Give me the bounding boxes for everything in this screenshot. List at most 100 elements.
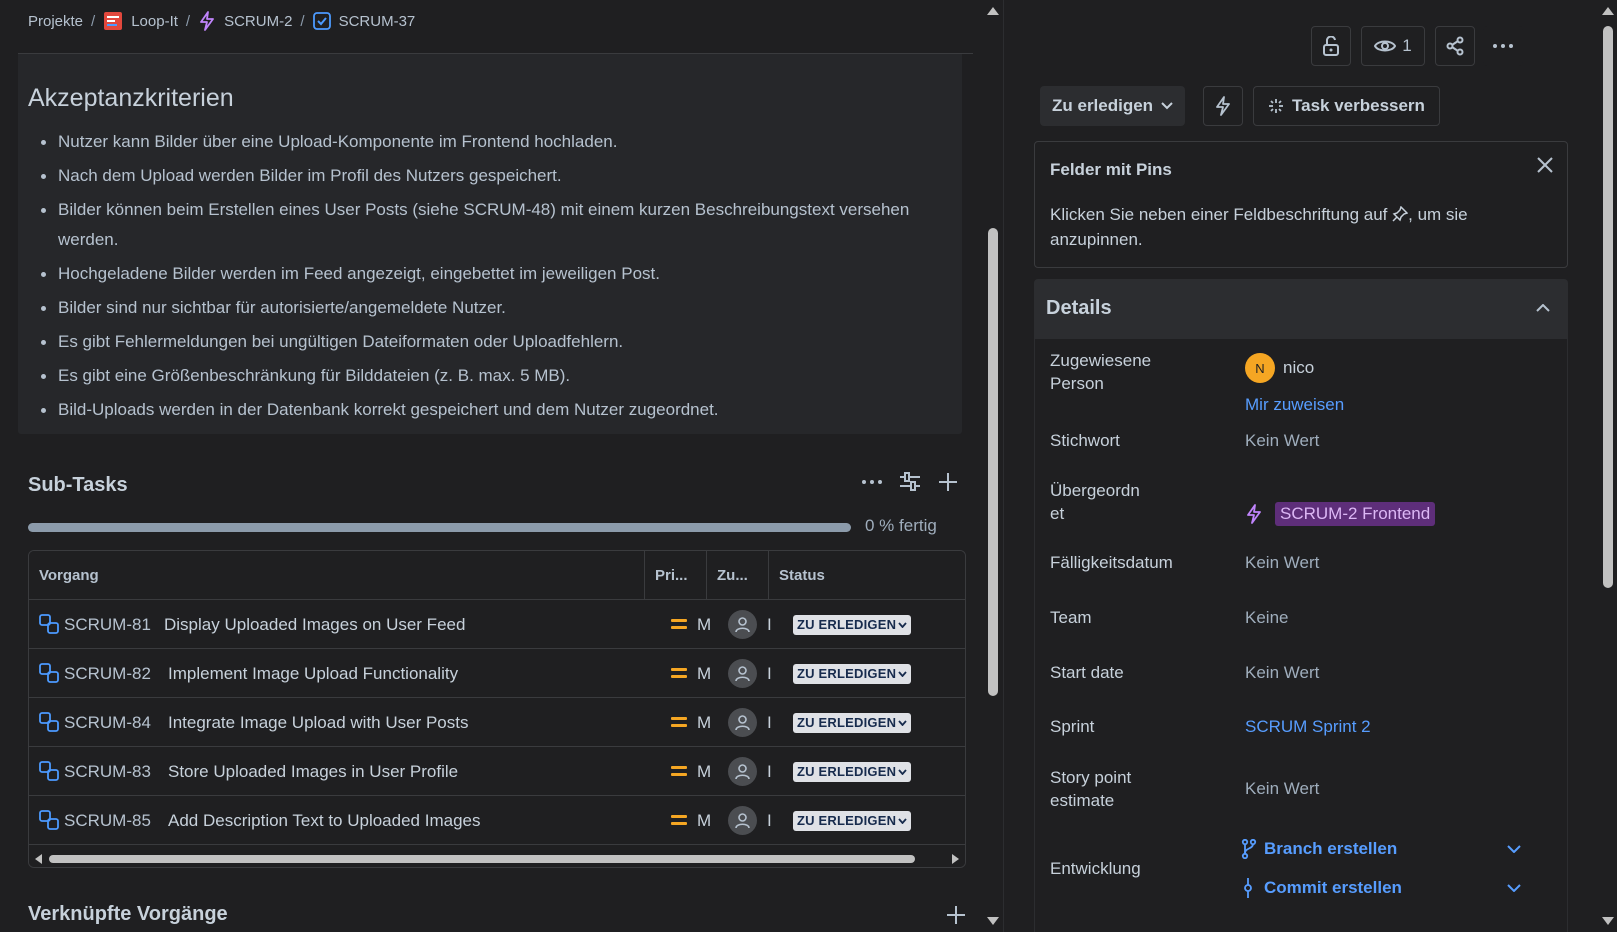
list-item: Es gibt eine Größenbeschränkung für Bild… — [41, 361, 928, 391]
chevron-down-icon — [898, 720, 907, 726]
unlock-icon — [1323, 36, 1339, 56]
subtask-summary[interactable]: Add Description Text to Uploaded Images — [168, 796, 480, 845]
status-dropdown-button[interactable]: Zu erledigen — [1040, 86, 1186, 126]
table-row[interactable]: SCRUM-83 Store Uploaded Images in User Pr… — [29, 747, 965, 796]
avatar[interactable] — [728, 659, 757, 688]
scroll-up-icon[interactable] — [1602, 7, 1614, 15]
more-actions-button[interactable] — [1483, 26, 1523, 66]
scroll-right-icon[interactable] — [952, 854, 959, 864]
subtask-summary[interactable]: Display Uploaded Images on User Feed — [164, 600, 465, 649]
priority-text: M — [697, 615, 712, 634]
create-commit-button[interactable]: Commit erstellen — [1239, 875, 1529, 901]
breadcrumb-epic[interactable]: SCRUM-2 — [198, 11, 292, 31]
keyword-label: Stichwort — [1050, 431, 1120, 450]
details-section-header[interactable]: Details — [1034, 279, 1568, 339]
horizontal-scrollbar[interactable] — [29, 849, 965, 867]
improve-task-label: Task verbessern — [1292, 96, 1425, 115]
breadcrumb-separator: / — [185, 12, 191, 30]
assign-to-me-link[interactable]: Mir zuweisen — [1245, 393, 1344, 416]
status-badge[interactable]: ZU ERLEDIGEN — [793, 664, 912, 684]
column-header-priority[interactable]: Pri... — [644, 551, 706, 600]
status-badge[interactable]: ZU ERLEDIGEN — [793, 615, 912, 635]
more-icon[interactable] — [860, 470, 884, 494]
due-date-value[interactable]: Kein Wert — [1245, 551, 1319, 574]
breadcrumb-task[interactable]: SCRUM-37 — [312, 12, 415, 30]
scroll-down-icon[interactable] — [1602, 917, 1614, 925]
linked-issues-title: Verknüpfte Vorgänge — [28, 903, 228, 925]
subtask-summary[interactable]: Store Uploaded Images in User Profile — [168, 747, 458, 796]
due-date-label: Fälligkeitsdatum — [1050, 553, 1173, 572]
subtask-key[interactable]: SCRUM-82 — [64, 649, 151, 698]
table-row[interactable]: SCRUM-84 Integrate Image Upload with User… — [29, 698, 965, 747]
scroll-down-icon[interactable] — [987, 917, 999, 925]
column-header-status[interactable]: Status — [768, 551, 965, 600]
avatar[interactable] — [728, 806, 757, 835]
development-label: Entwicklung — [1050, 859, 1141, 878]
assignee-name[interactable]: nico — [1283, 356, 1314, 379]
parent-label: Übergeordn et — [1050, 481, 1140, 523]
scrollbar-thumb[interactable] — [988, 228, 998, 696]
breadcrumb-projects[interactable]: Projekte — [28, 13, 83, 30]
team-label: Team — [1050, 608, 1092, 627]
table-row[interactable]: SCRUM-82 Implement Image Upload Functiona… — [29, 649, 965, 698]
sparkle-icon — [1269, 99, 1283, 113]
parent-issue-link[interactable]: SCRUM-2 Frontend — [1275, 502, 1436, 526]
user-icon — [735, 715, 750, 731]
subtask-key[interactable]: SCRUM-84 — [64, 698, 151, 747]
status-badge[interactable]: ZU ERLEDIGEN — [793, 713, 912, 733]
subtask-summary[interactable]: Integrate Image Upload with User Posts — [168, 698, 468, 747]
description-editor[interactable]: Akzeptanzkriterien Nutzer kann Bilder üb… — [18, 54, 962, 434]
subtasks-progress-bar — [28, 523, 851, 532]
avatar[interactable] — [728, 708, 757, 737]
scrollbar-thumb[interactable] — [1603, 26, 1613, 588]
details-title: Details — [1046, 297, 1112, 319]
scroll-up-icon[interactable] — [987, 7, 999, 15]
subtask-icon — [39, 810, 59, 830]
priority-medium-icon — [671, 617, 689, 631]
subtasks-table: Vorgang Pri... Zu... Status SCRUM-81 Disp… — [28, 550, 966, 868]
table-header: Vorgang Pri... Zu... Status — [29, 551, 965, 600]
filter-settings-icon[interactable] — [898, 470, 922, 494]
subtask-summary[interactable]: Implement Image Upload Functionality — [168, 649, 458, 698]
avatar[interactable] — [728, 610, 757, 639]
assignee-truncated: I — [767, 713, 772, 732]
add-linked-issue-icon[interactable] — [946, 905, 966, 928]
status-badge[interactable]: ZU ERLEDIGEN — [793, 811, 912, 831]
subtask-icon — [39, 712, 59, 732]
sidebar-vertical-scrollbar[interactable] — [1597, 0, 1617, 932]
start-date-label: Start date — [1050, 663, 1124, 682]
priority-text: M — [697, 762, 712, 781]
priority-medium-icon — [671, 715, 689, 729]
scroll-left-icon[interactable] — [35, 854, 42, 864]
keyword-value[interactable]: Kein Wert — [1245, 429, 1319, 452]
main-vertical-scrollbar[interactable] — [982, 0, 1002, 932]
chevron-up-icon[interactable] — [1536, 299, 1550, 317]
share-button[interactable] — [1435, 26, 1475, 66]
scrollbar-thumb[interactable] — [49, 855, 915, 863]
subtask-key[interactable]: SCRUM-85 — [64, 796, 151, 845]
start-date-value[interactable]: Kein Wert — [1245, 661, 1319, 684]
subtask-key[interactable]: SCRUM-81 — [64, 600, 151, 649]
status-badge[interactable]: ZU ERLEDIGEN — [793, 762, 912, 782]
improve-task-button[interactable]: Task verbessern — [1253, 86, 1440, 126]
table-row[interactable]: SCRUM-81 Display Uploaded Images on User … — [29, 600, 965, 649]
chevron-down-icon[interactable] — [1507, 845, 1521, 853]
add-icon[interactable] — [936, 470, 960, 494]
column-header-vorgang[interactable]: Vorgang — [29, 551, 644, 600]
avatar[interactable] — [728, 757, 757, 786]
sprint-link[interactable]: SCRUM Sprint 2 — [1245, 715, 1371, 738]
automation-button[interactable] — [1203, 86, 1243, 126]
story-points-value[interactable]: Kein Wert — [1245, 777, 1319, 800]
subtasks-title: Sub-Tasks — [28, 474, 128, 496]
column-header-assignee[interactable]: Zu... — [706, 551, 768, 600]
close-icon[interactable] — [1537, 156, 1553, 179]
watch-button[interactable]: 1 — [1361, 26, 1425, 66]
breadcrumb-project[interactable]: Loop-It — [103, 11, 178, 31]
subtask-key[interactable]: SCRUM-83 — [64, 747, 151, 796]
team-value[interactable]: Keine — [1245, 606, 1288, 629]
create-branch-button[interactable]: Branch erstellen — [1239, 836, 1529, 862]
restrict-button[interactable] — [1311, 26, 1351, 66]
chevron-down-icon[interactable] — [1507, 884, 1521, 892]
table-row[interactable]: SCRUM-85 Add Description Text to Uploaded… — [29, 796, 965, 845]
project-icon — [104, 12, 123, 30]
